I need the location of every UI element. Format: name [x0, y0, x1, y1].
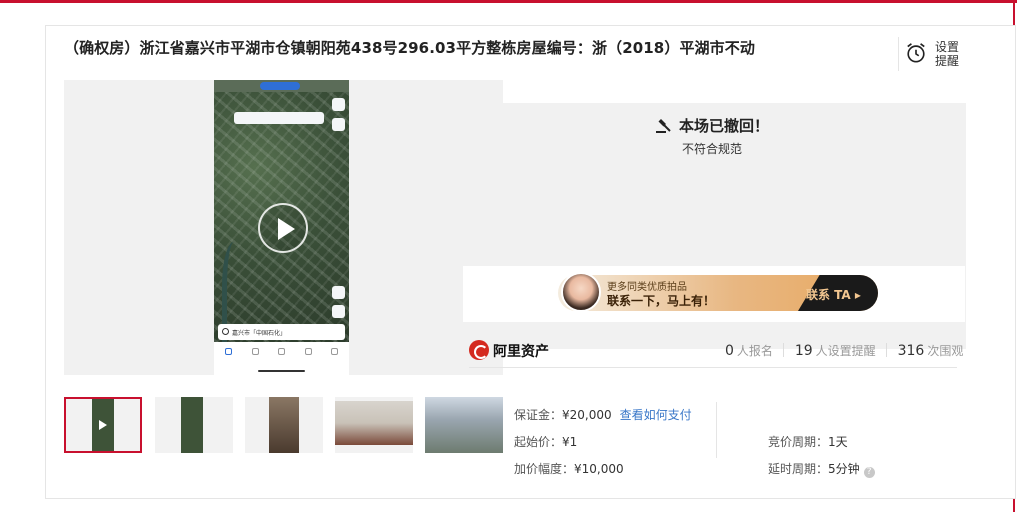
play-icon[interactable]	[258, 203, 308, 253]
how-to-pay-link[interactable]: 查看如何支付	[620, 408, 692, 422]
start-price-label: 起始价：	[514, 435, 563, 449]
delay-period-label: 延时周期：	[768, 462, 829, 476]
home-tab-icon	[225, 348, 232, 355]
increment-value: ¥10,000	[574, 462, 624, 476]
delay-period-value: 5分钟	[828, 462, 860, 476]
stat-signups: 0 人报名	[725, 342, 773, 359]
nearby-tab-icon	[252, 348, 259, 355]
deposit-label: 保证金：	[514, 408, 563, 422]
stat-reminders-unit: 人设置提醒	[815, 344, 876, 358]
profile-tab-icon	[331, 348, 338, 355]
bid-period-label: 竞价周期：	[768, 435, 829, 449]
thumbnail-interior-1[interactable]	[245, 397, 323, 453]
agent-avatar	[561, 272, 601, 312]
media-viewer[interactable]: 嘉兴市「中国石化」	[64, 80, 503, 375]
thumbnail-strip	[64, 397, 504, 453]
stat-views-unit: 次围观	[927, 344, 964, 358]
phone-search-bar: 嘉兴市「中国石化」	[218, 324, 345, 340]
stat-divider	[886, 343, 888, 357]
thumbnail-map[interactable]	[155, 397, 233, 453]
stat-divider	[783, 343, 785, 357]
phone-status-pill	[260, 82, 300, 90]
thumbnail-video[interactable]	[64, 397, 142, 453]
stat-reminders: 19 人设置提醒	[795, 342, 876, 359]
contact-agent-button[interactable]: 联系 TA ▸	[806, 286, 861, 303]
stat-signups-unit: 人报名	[736, 344, 773, 358]
reminder-label-line2: 提醒	[935, 54, 960, 68]
map-locate-control	[332, 286, 345, 299]
discover-tab-icon	[305, 348, 312, 355]
info-divider	[469, 367, 957, 368]
banner-title: 联系一下，马上有！	[607, 294, 716, 308]
deposit-row: 保证金：¥20,000 查看如何支付	[514, 406, 692, 423]
withdrawn-headline: 本场已撤回！	[458, 115, 966, 136]
map-search-bar	[234, 112, 324, 124]
thumbnail-image	[269, 397, 299, 453]
thumbnail-image	[181, 397, 203, 453]
reminder-label-line1: 设置	[935, 40, 960, 54]
stat-reminders-number: 19	[794, 343, 813, 359]
ali-assets-logo-icon	[469, 340, 489, 360]
thumbnail-image	[425, 397, 503, 453]
reminder-label: 设置 提醒	[935, 40, 965, 68]
increment-row: 加价幅度：¥10,000	[514, 460, 624, 477]
withdrawn-reason: 不符合规范	[681, 142, 742, 156]
stat-views-number: 316	[897, 343, 925, 359]
help-icon[interactable]: ?	[863, 467, 875, 478]
map-zoom-control	[332, 98, 345, 111]
info-column-divider	[716, 402, 717, 458]
map-layer-control	[332, 118, 345, 131]
stat-signups-number: 0	[725, 343, 734, 359]
start-price-value: ¥1	[562, 435, 578, 449]
bid-period-row: 竞价周期：1天	[768, 433, 848, 450]
contact-banner[interactable]: 更多同类优质拍品 联系一下，马上有！ 联系 TA ▸	[463, 266, 965, 322]
deposit-value: ¥20,000	[562, 408, 612, 422]
page-title: （确权房）浙江省嘉兴市平湖市仓镇朝阳苑438号296.03平方整栋房屋编号：浙（…	[64, 39, 755, 57]
map-nav-control	[332, 305, 345, 318]
message-tab-icon	[278, 348, 285, 355]
bid-period-value: 1天	[828, 435, 848, 449]
delay-period-row: 延时周期：5分钟?	[768, 460, 875, 478]
thumbnail-image	[335, 401, 413, 445]
brand-name: 阿里资产	[493, 344, 549, 360]
thumbnail-exterior[interactable]	[425, 397, 503, 453]
top-accent-rule	[0, 0, 1017, 3]
increment-label: 加价幅度：	[514, 462, 575, 476]
phone-home-indicator	[258, 370, 305, 372]
withdrawn-text: 本场已撤回！	[678, 117, 769, 135]
set-reminder-button[interactable]: 设置 提醒	[898, 37, 962, 71]
phone-status-bar	[214, 80, 349, 92]
start-price-row: 起始价：¥1	[514, 433, 577, 450]
stat-views: 316 次围观	[898, 342, 964, 359]
thumbnail-interior-2[interactable]	[335, 397, 413, 453]
video-preview[interactable]: 嘉兴市「中国石化」	[214, 80, 349, 375]
auction-stats: 0 人报名 19 人设置提醒 316 次围观	[725, 342, 963, 360]
banner-subtitle: 更多同类优质拍品	[607, 282, 687, 293]
play-icon	[99, 420, 107, 430]
gavel-icon	[655, 119, 671, 133]
alarm-clock-icon	[907, 43, 925, 63]
